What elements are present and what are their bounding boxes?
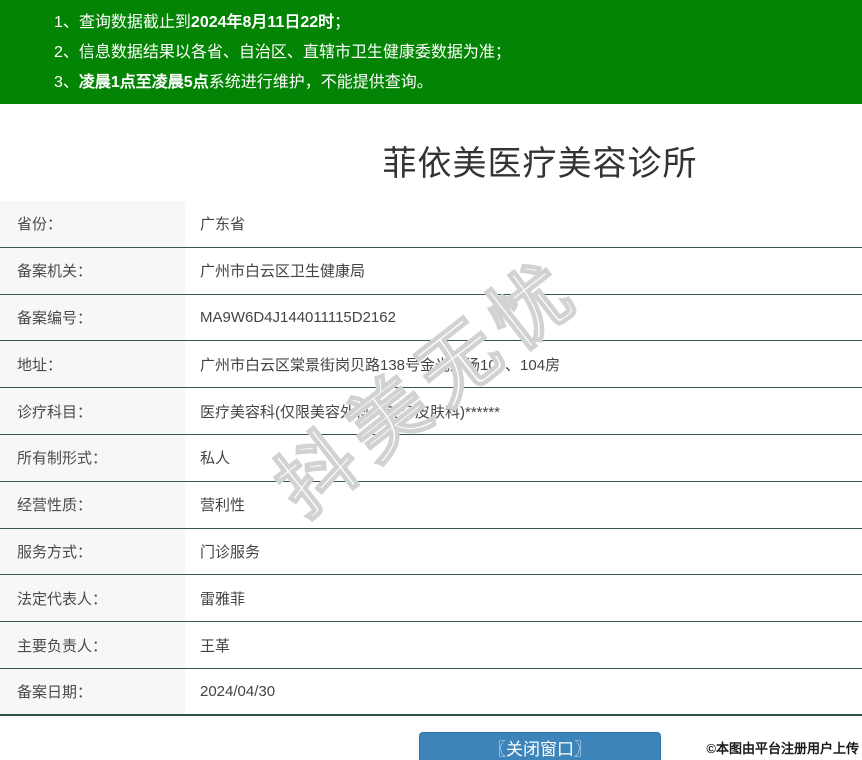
notice-item-3: 3、凌晨1点至凌晨5点系统进行维护，不能提供查询。: [54, 68, 862, 98]
row-label: 地址：: [0, 341, 185, 388]
row-label: 备案日期：: [0, 668, 185, 714]
table-row-filing-authority: 备案机关： 广州市白云区卫生健康局: [0, 247, 862, 295]
table-row-ownership-form: 所有制形式： 私人: [0, 434, 862, 482]
row-value: 营利性: [200, 497, 246, 515]
row-value: 雷雅菲: [200, 590, 246, 608]
notice-1-bold-text: 2024年8月11日22时: [190, 14, 335, 31]
row-value: 私人: [200, 450, 231, 468]
row-label: 所有制形式：: [0, 434, 185, 481]
clinic-record-page: 1、查询数据截止到2024年8月11日22时； 2、信息数据结果以各省、自治区、…: [0, 0, 862, 760]
close-window-button[interactable]: 〖关闭窗口〗: [419, 731, 661, 760]
table-row-legal-representative: 法定代表人： 雷雅菲: [0, 575, 862, 623]
row-value: 广东省: [200, 216, 246, 234]
notice-1-number: 1、: [54, 14, 79, 31]
title-section: 菲依美医疗美容诊所: [0, 104, 862, 201]
row-value: 医疗美容科(仅限美容外科、美容皮肤科)******: [200, 403, 501, 421]
table-row-treatment-subjects: 诊疗科目： 医疗美容科(仅限美容外科、美容皮肤科)******: [0, 388, 862, 435]
table-row-filing-date: 备案日期： 2024/04/30: [0, 668, 862, 716]
page-title: 菲依美医疗美容诊所: [382, 145, 698, 183]
notice-3-suffix: 系统进行维护，不能提供查询。: [208, 74, 433, 91]
table-row-province: 省份： 广东省: [0, 201, 862, 248]
row-value: 2024/04/30: [200, 682, 276, 700]
notice-item-1: 1、查询数据截止到2024年8月11日22时；: [54, 8, 862, 38]
row-label: 法定代表人：: [0, 575, 185, 622]
row-value: 广州市白云区卫生健康局: [200, 263, 366, 281]
notice-1-suffix: ；: [334, 14, 351, 31]
notice-3-bold-text: 凌晨1点至凌晨5点: [78, 74, 209, 91]
record-detail-table: 省份： 广东省 备案机关： 广州市白云区卫生健康局 备案编号： MA9W6D4J…: [0, 201, 862, 716]
row-label: 诊疗科目：: [0, 388, 185, 434]
table-row-principal: 主要负责人： 王革: [0, 622, 862, 669]
row-value: MA9W6D4J144011115D2162: [200, 308, 396, 326]
table-row-service-mode: 服务方式： 门诊服务: [0, 528, 862, 576]
row-label: 备案编号：: [0, 294, 185, 341]
notice-3-number: 3、: [54, 74, 79, 91]
row-value: 广州市白云区棠景街岗贝路138号金光广场103、104房: [200, 356, 561, 374]
row-label: 省份：: [0, 201, 185, 247]
table-row-address: 地址： 广州市白云区棠景街岗贝路138号金光广场103、104房: [0, 341, 862, 389]
notice-item-2: 2、信息数据结果以各省、自治区、直辖市卫生健康委数据为准；: [54, 38, 862, 68]
row-label: 经营性质：: [0, 481, 185, 528]
notice-2-number: 2、: [54, 44, 79, 61]
row-value: 王革: [200, 637, 231, 655]
row-label: 服务方式：: [0, 528, 185, 575]
table-row-filing-number: 备案编号： MA9W6D4J144011115D2162: [0, 294, 862, 342]
notice-1-text: 查询数据截止到: [78, 14, 191, 31]
table-row-business-nature: 经营性质： 营利性: [0, 481, 862, 529]
row-label: 主要负责人：: [0, 622, 185, 668]
notice-2-text: 信息数据结果以各省、自治区、直辖市卫生健康委数据为准；: [78, 44, 511, 61]
row-value: 门诊服务: [200, 543, 261, 561]
notice-banner: 1、查询数据截止到2024年8月11日22时； 2、信息数据结果以各省、自治区、…: [0, 0, 862, 104]
row-label: 备案机关：: [0, 247, 185, 294]
platform-upload-note: ©本图由平台注册用户上传: [706, 741, 859, 756]
notice-list: 1、查询数据截止到2024年8月11日22时； 2、信息数据结果以各省、自治区、…: [54, 8, 862, 98]
